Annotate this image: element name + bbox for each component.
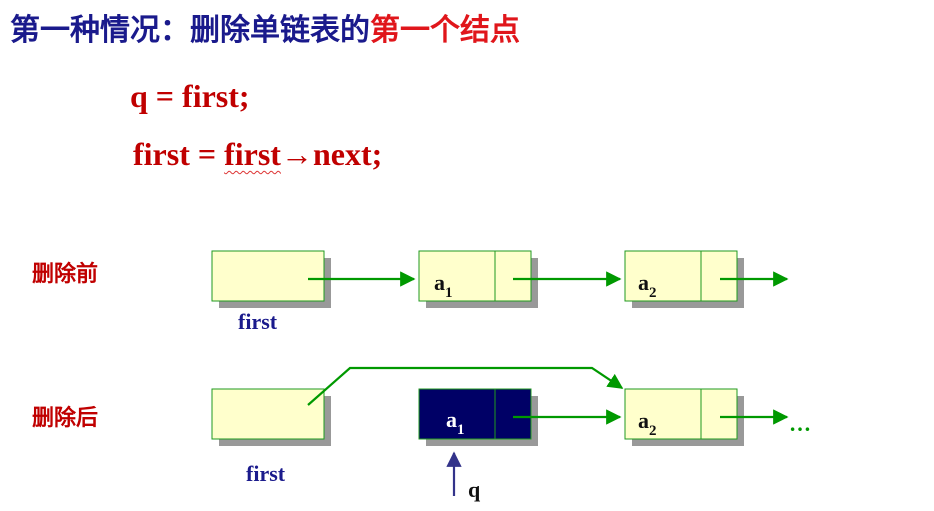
linked-list-diagram: a1 a2 first a1 a2 … first q: [211, 250, 811, 502]
after-first-node: [211, 388, 331, 446]
q-pointer-label: q: [468, 477, 481, 502]
after-first-label: first: [246, 461, 286, 486]
after-ellipsis: …: [789, 411, 811, 436]
before-first-label: first: [238, 309, 278, 334]
